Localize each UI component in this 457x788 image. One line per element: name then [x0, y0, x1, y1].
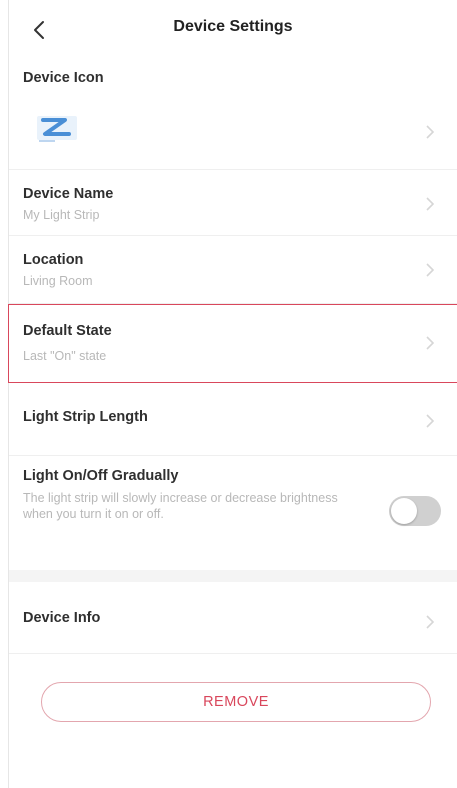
gradual-toggle[interactable] [389, 496, 441, 526]
section-divider [9, 570, 457, 582]
gradual-description: The light strip will slowly increase or … [23, 491, 338, 521]
location-value: Living Room [23, 274, 93, 288]
chevron-right-icon [426, 336, 435, 350]
default-state-value: Last "On" state [23, 349, 107, 363]
toggle-knob [391, 498, 417, 524]
remove-section: REMOVE [9, 654, 457, 754]
device-icon-label: Device Icon [23, 70, 104, 86]
page-title: Device Settings [173, 18, 293, 35]
gradual-row: Light On/Off Gradually The light strip w… [9, 456, 457, 570]
location-label: Location [23, 252, 84, 268]
device-info-row[interactable]: Device Info [9, 582, 457, 654]
device-name-label: Device Name [23, 186, 114, 202]
chevron-right-icon [426, 414, 435, 428]
chevron-right-icon [426, 615, 435, 629]
default-state-row[interactable]: Default State Last "On" state [8, 304, 457, 383]
settings-screen: Device Settings Device Icon Device Name … [8, 0, 457, 788]
chevron-right-icon [426, 197, 435, 211]
gradual-label: Light On/Off Gradually [23, 468, 179, 484]
chevron-right-icon [426, 263, 435, 277]
device-icon-row[interactable]: Device Icon [9, 60, 457, 170]
location-row[interactable]: Location Living Room [9, 236, 457, 304]
header: Device Settings [9, 0, 457, 60]
device-name-row[interactable]: Device Name My Light Strip [9, 170, 457, 236]
device-name-value: My Light Strip [23, 208, 100, 222]
light-strip-z-icon [37, 116, 77, 142]
default-state-label: Default State [23, 323, 112, 339]
remove-button[interactable]: REMOVE [41, 682, 431, 722]
chevron-right-icon [426, 125, 435, 139]
light-strip-length-label: Light Strip Length [23, 409, 148, 425]
device-info-label: Device Info [23, 610, 101, 626]
light-strip-length-row[interactable]: Light Strip Length [9, 383, 457, 456]
